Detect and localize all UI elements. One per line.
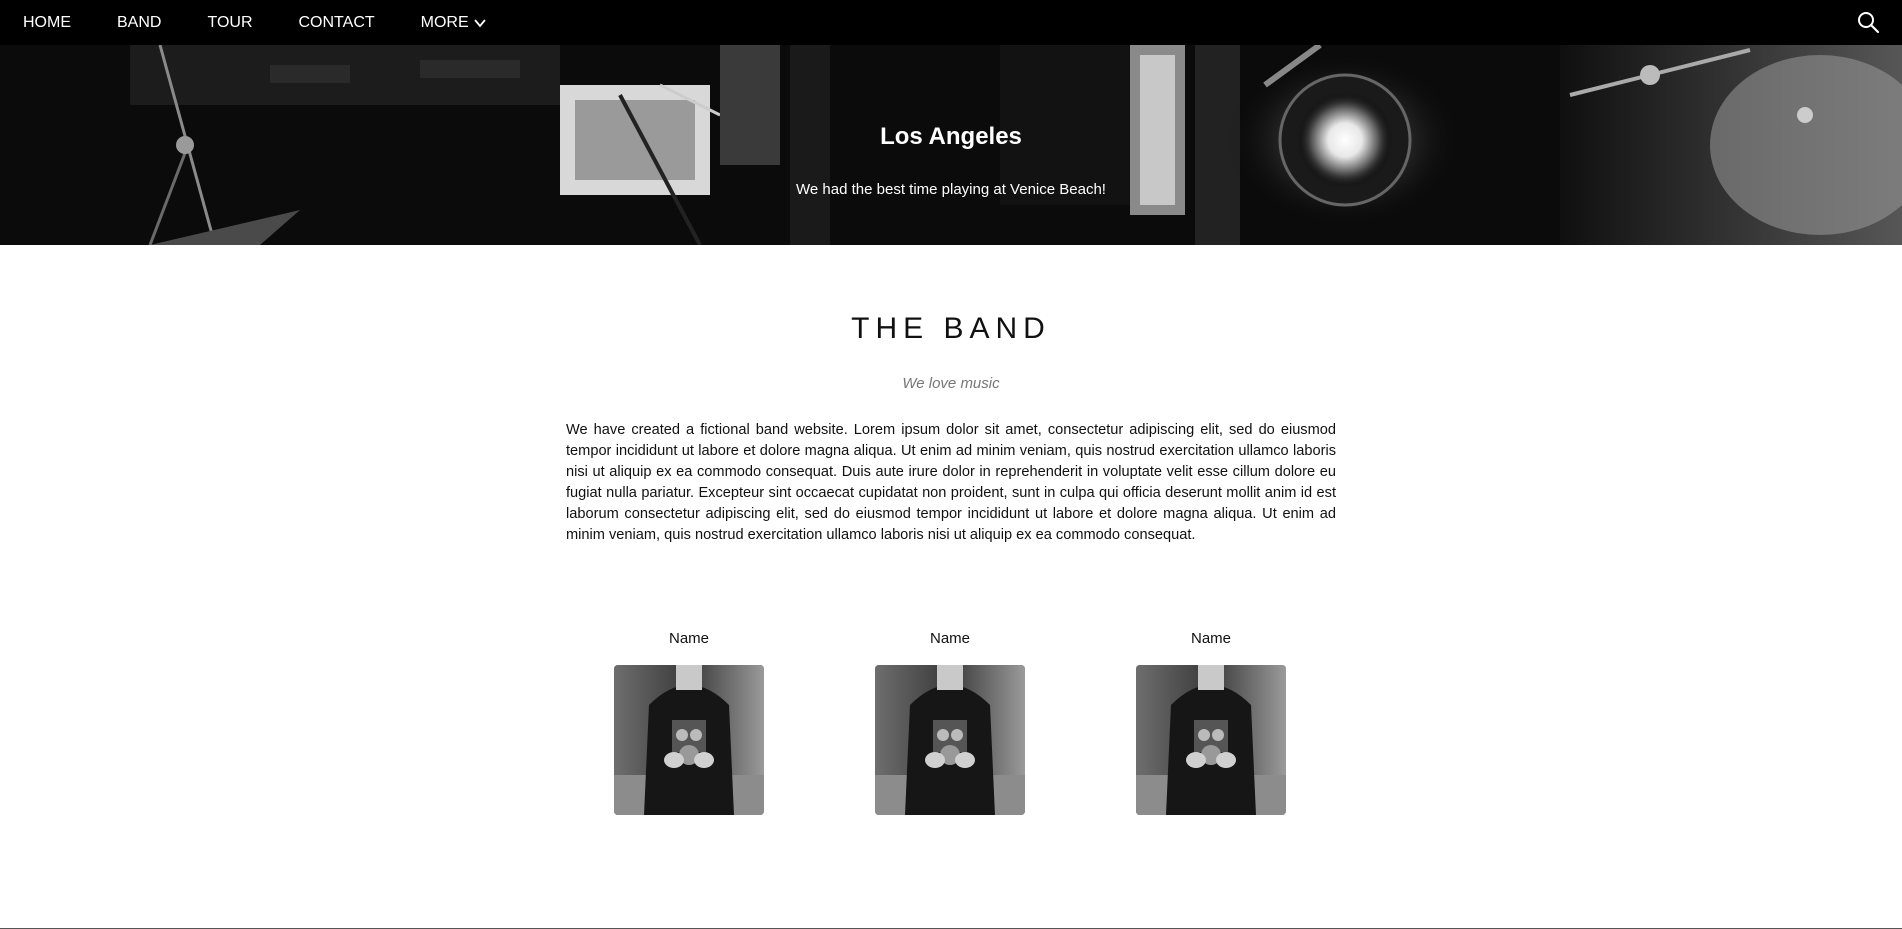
band-section-title: THE BAND <box>851 312 1051 345</box>
band-section-subtitle: We love music <box>902 375 1000 392</box>
member-photo[interactable] <box>614 665 764 815</box>
hero-title: Los Angeles <box>880 123 1022 150</box>
member-name: Name <box>1190 630 1231 647</box>
search-icon[interactable] <box>1856 10 1880 34</box>
member-name: Name <box>668 630 709 647</box>
member-photo[interactable] <box>875 665 1025 815</box>
member-photo[interactable] <box>1136 665 1286 815</box>
band-member-card: Name <box>1136 630 1286 815</box>
nav-more-label: MORE <box>420 13 469 31</box>
member-name: Name <box>929 630 970 647</box>
band-description: We have created a fictional band website… <box>566 422 1336 543</box>
hero-banner: Los Angeles We had the best time playing… <box>0 45 1902 245</box>
band-member-card: Name <box>614 630 764 815</box>
nav-band[interactable]: BAND <box>94 0 184 45</box>
top-navbar: HOME BAND TOUR CONTACT MORE <box>0 0 1902 45</box>
band-member-card: Name <box>875 630 1025 815</box>
nav-home[interactable]: HOME <box>0 0 94 45</box>
nav-more-dropdown[interactable]: MORE <box>398 0 510 45</box>
chevron-down-icon <box>473 18 486 27</box>
hero-caption: We had the best time playing at Venice B… <box>796 181 1106 198</box>
nav-tour[interactable]: TOUR <box>184 0 275 45</box>
nav-contact[interactable]: CONTACT <box>276 0 398 45</box>
